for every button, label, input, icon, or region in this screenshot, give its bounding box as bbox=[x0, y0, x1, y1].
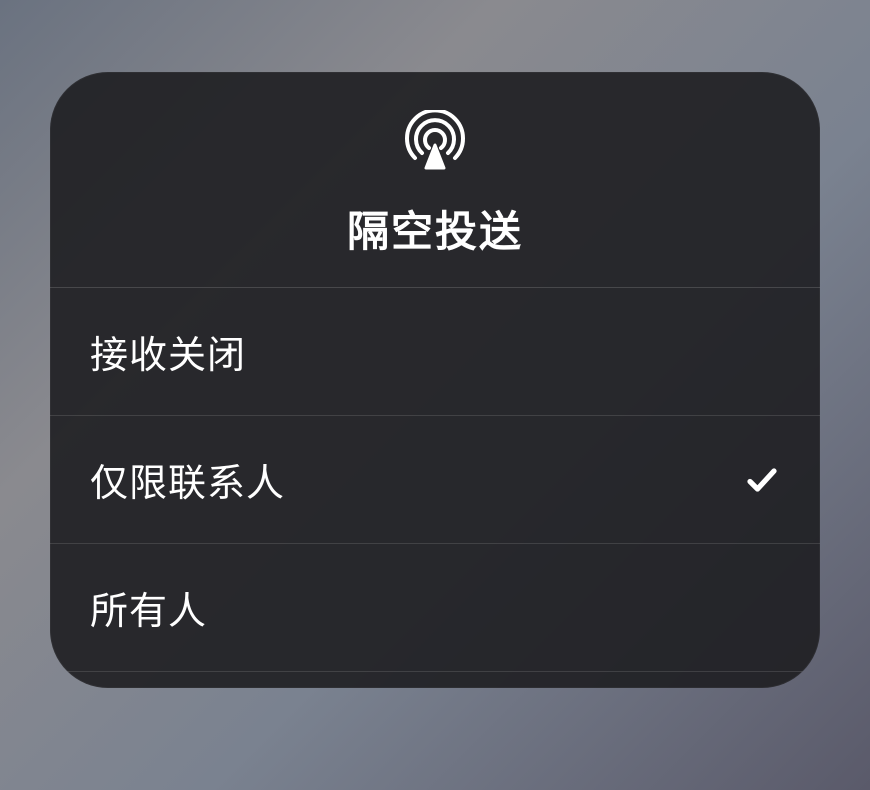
options-list: 接收关闭 仅限联系人 所有人 bbox=[50, 288, 820, 672]
option-label: 接收关闭 bbox=[90, 324, 246, 379]
option-label: 所有人 bbox=[90, 580, 207, 635]
option-everyone[interactable]: 所有人 bbox=[50, 544, 820, 672]
panel-header: 隔空投送 bbox=[50, 72, 820, 288]
option-label: 仅限联系人 bbox=[90, 452, 285, 507]
airdrop-panel: 隔空投送 接收关闭 仅限联系人 所有人 bbox=[50, 72, 820, 688]
panel-title: 隔空投送 bbox=[347, 198, 523, 259]
option-contacts-only[interactable]: 仅限联系人 bbox=[50, 416, 820, 544]
option-receiving-off[interactable]: 接收关闭 bbox=[50, 288, 820, 416]
airdrop-icon bbox=[403, 110, 467, 174]
check-icon bbox=[744, 462, 780, 498]
